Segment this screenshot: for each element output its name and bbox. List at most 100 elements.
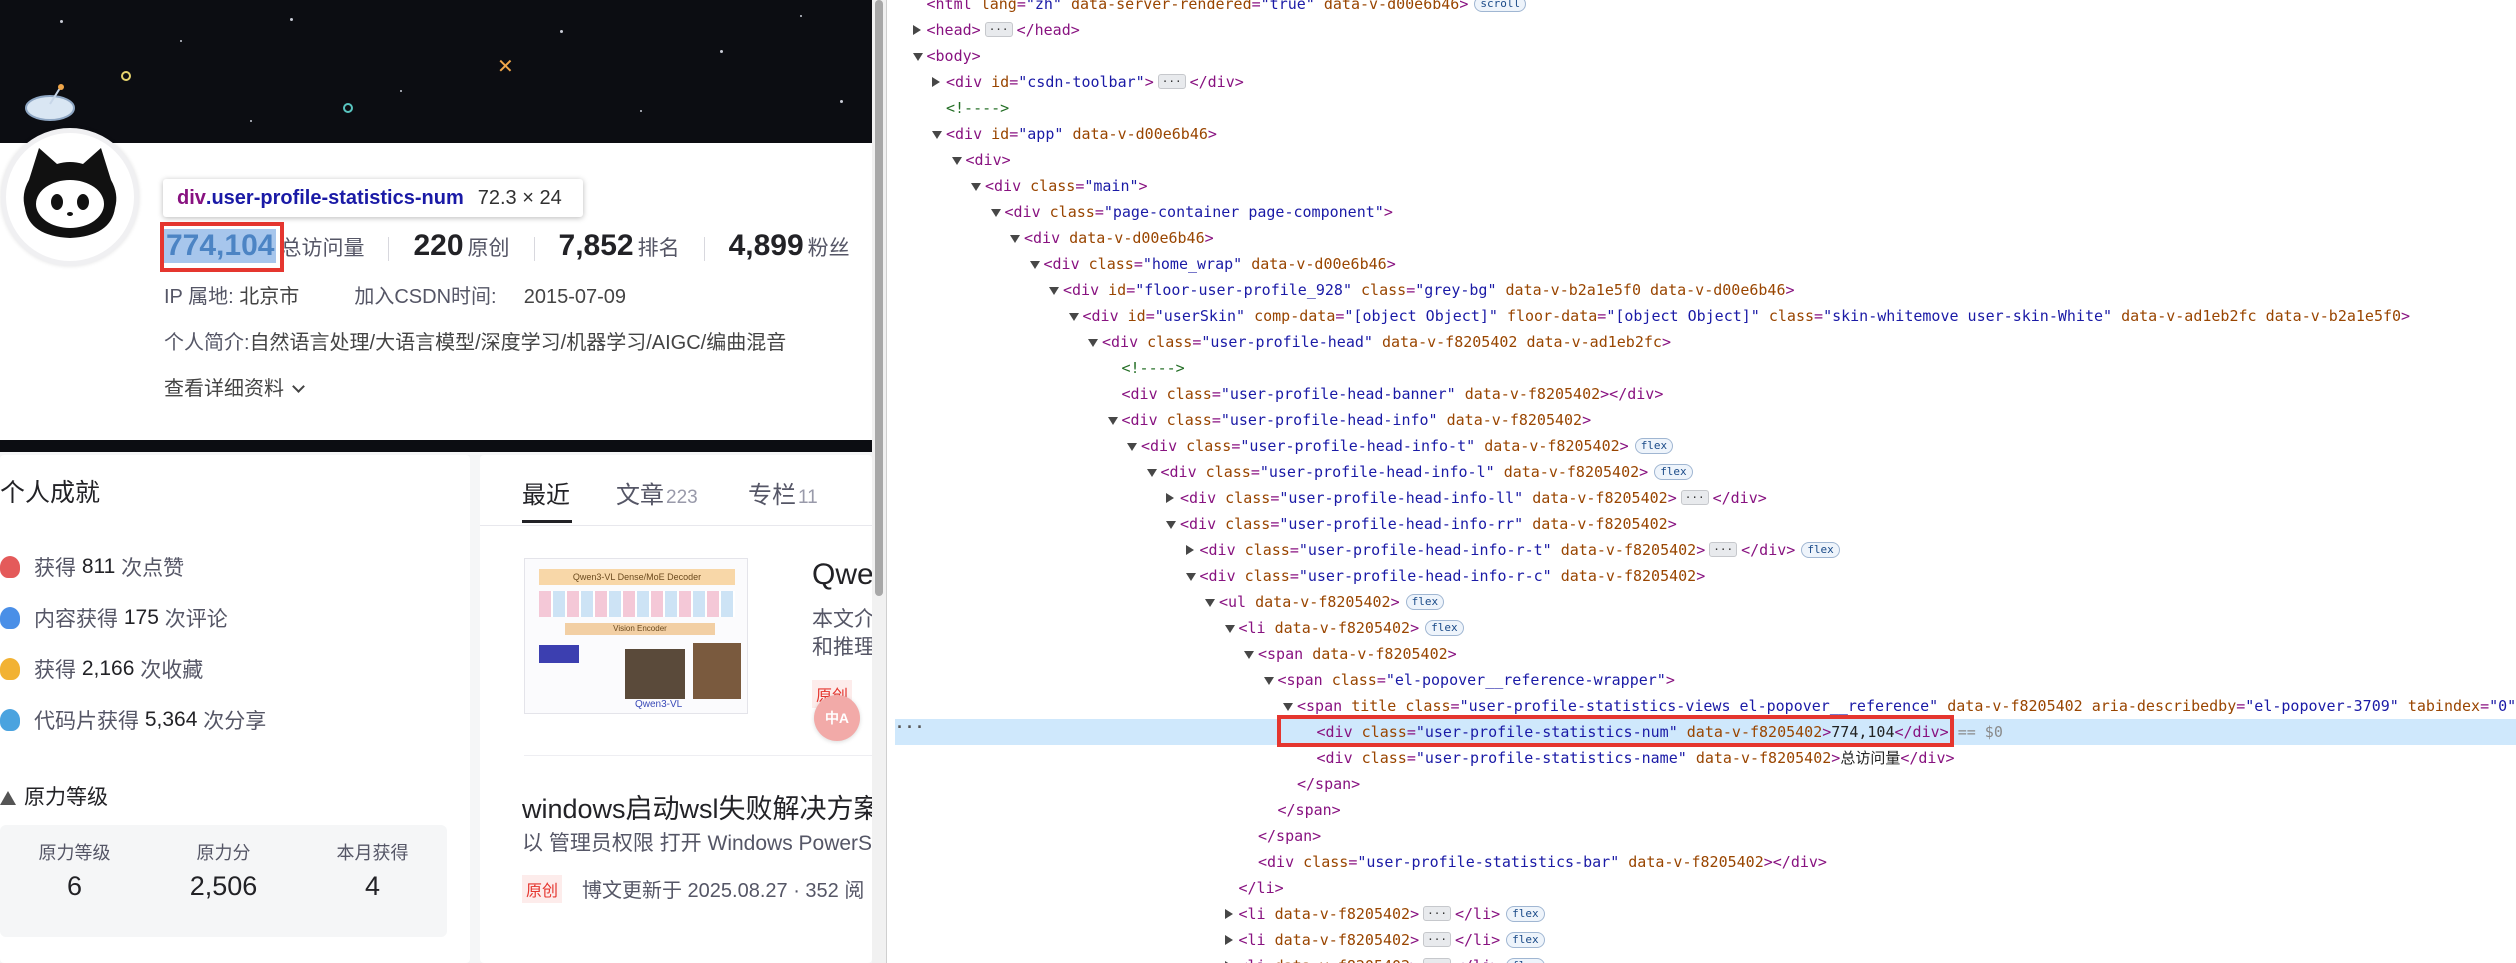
avatar[interactable]	[1, 128, 139, 266]
tab-recent[interactable]: 最近	[522, 475, 570, 510]
dom-node[interactable]: <div id="floor-user-profile_928" class="…	[895, 277, 2516, 303]
expand-triangle-icon[interactable]	[1224, 625, 1235, 633]
dom-node-markup: <!---->	[1121, 359, 1185, 377]
dom-node[interactable]: <li data-v-f8205402> flex	[895, 615, 2516, 641]
banner-bottom-strip	[0, 440, 872, 452]
expand-triangle-icon[interactable]	[912, 53, 923, 61]
profile-banner: ✕	[0, 0, 872, 143]
article1-title[interactable]: Qwen	[812, 558, 872, 592]
expand-triangle-icon[interactable]	[1088, 339, 1098, 347]
expand-triangle-icon[interactable]	[1244, 651, 1254, 659]
dom-node[interactable]: <div class="user-profile-head-info-t" da…	[895, 433, 2516, 459]
page-scrollbar-thumb[interactable]	[875, 0, 883, 596]
expand-triangle-icon[interactable]	[932, 131, 942, 139]
dom-node[interactable]: <div id="userSkin" comp-data="[object Ob…	[895, 303, 2516, 329]
dom-node[interactable]: <div class="user-profile-head-info" data…	[895, 407, 2516, 433]
dom-node[interactable]: <div id="app" data-v-d00e6b46>	[895, 121, 2516, 147]
banner-star	[343, 103, 353, 113]
article1-desc-line2: 和推理	[812, 636, 872, 659]
dom-node[interactable]: </li>	[895, 875, 2516, 901]
expand-triangle-icon[interactable]	[1263, 677, 1274, 685]
dom-node[interactable]: </span>	[895, 823, 2516, 849]
dom-node[interactable]: <div class="user-profile-head-info-ll" d…	[895, 485, 2516, 511]
expand-triangle-icon[interactable]	[990, 209, 1001, 217]
collapse-triangle-icon[interactable]	[1224, 935, 1233, 945]
expand-triangle-icon[interactable]	[1205, 599, 1215, 607]
dom-node[interactable]: <ul data-v-f8205402> flex	[895, 589, 2516, 615]
stat-original-value[interactable]: 220	[413, 229, 463, 263]
node-actions-icon[interactable]: ···	[895, 718, 924, 736]
dom-node[interactable]: <li data-v-f8205402>···</li>flex	[895, 927, 2516, 953]
article-divider	[524, 755, 872, 756]
banner-sparkle-icon: ✕	[497, 56, 514, 78]
dom-node[interactable]: <div class="user-profile-head-info-rr" d…	[895, 511, 2516, 537]
dom-node[interactable]: <div class="user-profile-head-banner" da…	[895, 381, 2516, 407]
dom-node[interactable]: <div class="user-profile-statistics-name…	[895, 745, 2516, 771]
article-thumbnail[interactable]: Qwen3-VL Dense/MoE Decoder Vision Encode…	[524, 558, 748, 714]
comment-badge-icon	[0, 607, 20, 629]
dom-node[interactable]: <span data-v-f8205402>	[895, 641, 2516, 667]
expand-triangle-icon[interactable]	[1068, 313, 1079, 321]
dom-node[interactable]: <html lang="zh" data-server-rendered="tr…	[895, 0, 2516, 17]
expand-triangle-icon[interactable]	[1185, 573, 1196, 581]
article2-title[interactable]: windows启动wsl失败解决方案	[522, 787, 872, 826]
dom-node[interactable]: <div class="user-profile-head-info-l" da…	[895, 459, 2516, 485]
dom-node-markup: <html lang="zh" data-server-rendered="tr…	[927, 0, 1527, 17]
thumb-decoder-blocks	[539, 591, 735, 617]
collapse-triangle-icon[interactable]	[1166, 493, 1174, 503]
dom-node-markup: <head> ··· </head>	[926, 21, 1080, 39]
view-details-link[interactable]: 查看详细资料	[164, 372, 305, 401]
dom-node-markup: <div class="user-profile-statistics-bar"…	[1258, 853, 1827, 871]
tab-articles[interactable]: 文章 223	[616, 475, 698, 510]
stat-rank-value[interactable]: 7,852	[559, 229, 634, 263]
expand-triangle-icon[interactable]	[1010, 235, 1020, 243]
dom-node[interactable]: <span class="el-popover__reference-wrapp…	[895, 667, 2516, 693]
expand-triangle-icon[interactable]	[1107, 417, 1118, 425]
dom-node[interactable]: <body>	[895, 43, 2516, 69]
banner-star	[250, 120, 252, 122]
dom-node[interactable]: <div class="page-container page-componen…	[895, 199, 2516, 225]
expand-triangle-icon[interactable]	[971, 183, 981, 191]
dom-node[interactable]: <!---->	[895, 355, 2516, 381]
collapse-triangle-icon[interactable]	[1224, 909, 1233, 919]
expand-triangle-icon[interactable]	[1029, 261, 1040, 269]
ip-value: 北京市	[239, 286, 300, 308]
force-score-stat: 原力分 2,506	[189, 843, 258, 901]
expand-triangle-icon[interactable]	[1146, 469, 1157, 477]
collapse-triangle-icon[interactable]	[912, 25, 921, 35]
collapse-triangle-icon[interactable]	[1185, 545, 1194, 555]
banner-star	[560, 30, 563, 33]
expand-triangle-icon[interactable]	[951, 157, 962, 165]
dom-node[interactable]: <!---->	[895, 95, 2516, 121]
tab-columns[interactable]: 专栏 11	[748, 475, 818, 510]
expand-triangle-icon[interactable]	[1283, 703, 1293, 711]
translate-button[interactable]: 中A	[814, 695, 860, 741]
share-badge-icon	[0, 709, 20, 731]
stat-fans-value[interactable]: 4,899	[729, 229, 804, 263]
dom-node[interactable]: <li data-v-f8205402>···</li>flex	[895, 901, 2516, 927]
dom-node[interactable]: <div class="home_wrap" data-v-d00e6b46>	[895, 251, 2516, 277]
dom-node[interactable]: <div class="main">	[895, 173, 2516, 199]
dom-node[interactable]: <li data-v-f8205402>···</li>flex	[895, 953, 2516, 963]
banner-star	[720, 50, 723, 53]
dom-node[interactable]: <div class="user-profile-statistics-bar"…	[895, 849, 2516, 875]
expand-triangle-icon[interactable]	[1166, 521, 1176, 529]
dom-node[interactable]: <div data-v-d00e6b46>	[895, 225, 2516, 251]
dom-node[interactable]: <div id="csdn-toolbar"> ··· </div>	[895, 69, 2516, 95]
dom-node[interactable]: <div class="user-profile-head-info-r-t" …	[895, 537, 2516, 563]
tooltip-class: .user-profile-statistics-num	[205, 186, 464, 209]
achievements-title: 个人成就	[0, 479, 101, 507]
collapse-triangle-icon[interactable]	[932, 77, 940, 87]
dom-node[interactable]: <head> ··· </head>	[895, 17, 2516, 43]
devtools-splitter[interactable]	[886, 0, 894, 963]
dom-node[interactable]: </span>	[895, 797, 2516, 823]
dom-node[interactable]: <div class="user-profile-head-info-r-c" …	[895, 563, 2516, 589]
expand-triangle-icon[interactable]	[1127, 443, 1137, 451]
profile-location-line: IP 属地: 北京市 加入CSDN时间: 2015-07-09	[164, 280, 626, 309]
dom-node[interactable]: <div>	[895, 147, 2516, 173]
dom-node-markup: </span>	[1258, 827, 1322, 845]
expand-triangle-icon[interactable]	[1049, 287, 1059, 295]
dom-node[interactable]: <div class="user-profile-head" data-v-f8…	[895, 329, 2516, 355]
devtools-inspect-tooltip: div .user-profile-statistics-num 72.3 × 2…	[163, 179, 583, 217]
dom-node[interactable]: </span>	[895, 771, 2516, 797]
